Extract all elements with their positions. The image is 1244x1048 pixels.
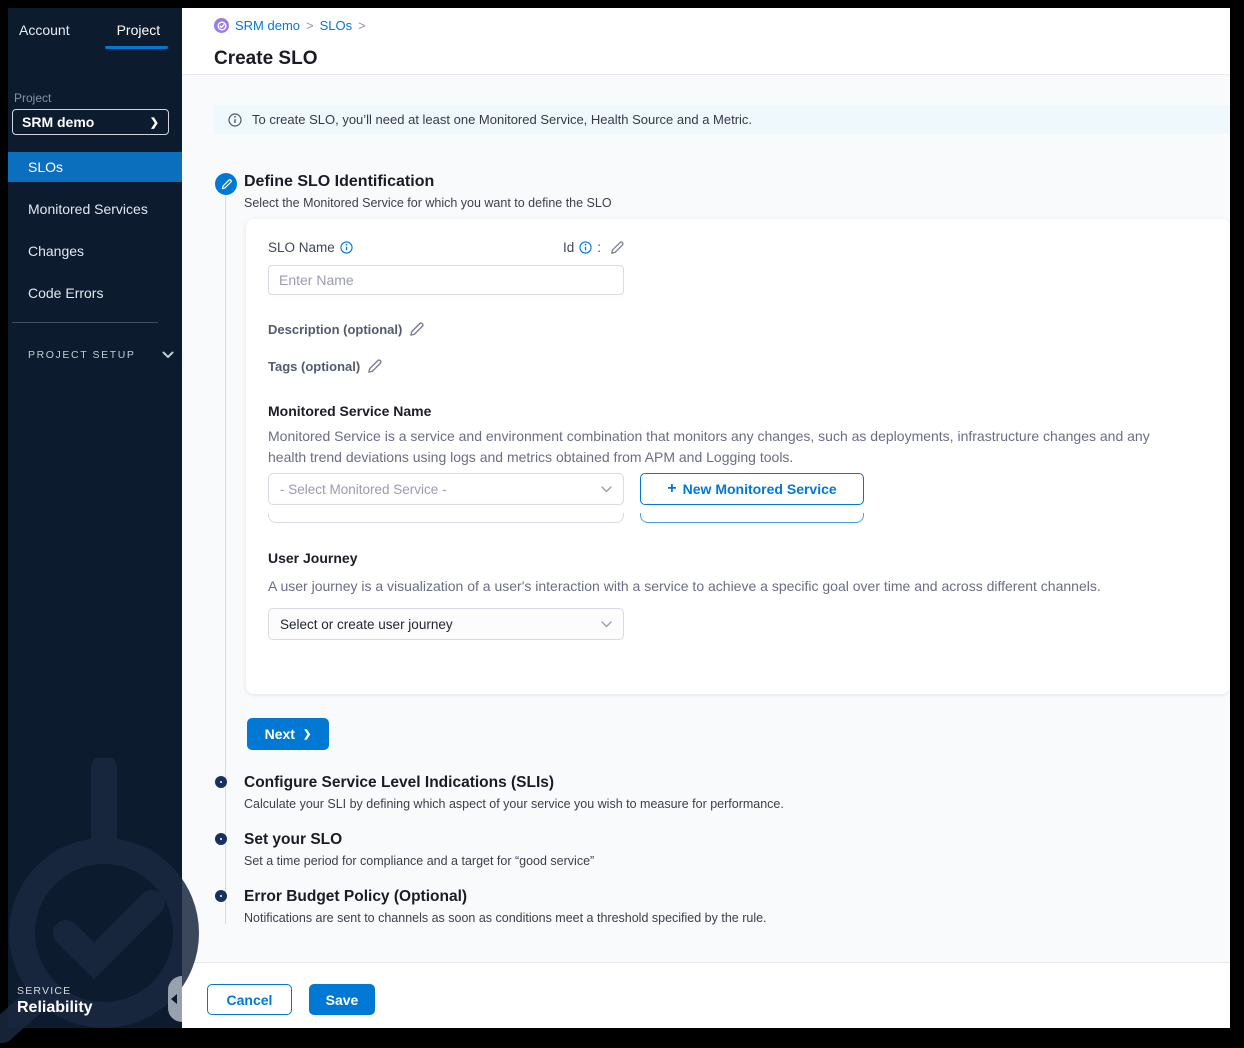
sidebar-item-monitored-services[interactable]: Monitored Services	[8, 194, 182, 224]
next-button-label: Next	[265, 726, 295, 742]
step1-subtitle: Select the Monitored Service for which y…	[244, 196, 612, 210]
project-selector-value: SRM demo	[22, 114, 94, 130]
collapse-arrow-icon	[171, 994, 177, 1004]
info-banner: To create SLO, you’ll need at least one …	[214, 105, 1230, 134]
project-selector[interactable]: SRM demo ❯	[12, 109, 169, 135]
page-header: SRM demo > SLOs > Create SLO	[182, 8, 1230, 75]
edit-id-icon[interactable]	[610, 241, 624, 255]
sidebar-item-changes[interactable]: Changes	[8, 236, 182, 266]
step4-indicator[interactable]	[215, 890, 227, 902]
step4-title: Error Budget Policy (Optional)	[244, 888, 767, 906]
tab-account[interactable]: Account	[19, 22, 70, 38]
breadcrumb-separator: >	[358, 18, 366, 33]
step1-header: Define SLO Identification Select the Mon…	[244, 173, 612, 210]
step2-indicator[interactable]	[215, 776, 227, 788]
step3-title: Set your SLO	[244, 831, 594, 849]
tab-project[interactable]: Project	[117, 22, 161, 38]
step3-header[interactable]: Set your SLO Set a time period for compl…	[244, 831, 594, 868]
edit-tags-icon	[367, 359, 382, 374]
monitored-service-description: Monitored Service is a service and envir…	[268, 426, 1178, 468]
new-monitored-service-button-shadow	[640, 513, 864, 523]
new-monitored-service-button[interactable]: + New Monitored Service	[640, 473, 864, 505]
monitored-service-heading: Monitored Service Name	[268, 403, 431, 419]
breadcrumb: SRM demo > SLOs >	[214, 18, 366, 33]
slo-name-input[interactable]	[268, 265, 624, 295]
sidebar-item-code-errors[interactable]: Code Errors	[8, 278, 182, 308]
next-button[interactable]: Next ❯	[247, 718, 329, 750]
active-tab-underline	[105, 46, 168, 49]
sidebar-divider	[12, 322, 158, 323]
sidebar: Account Project Project SRM demo ❯ SLOs …	[8, 8, 182, 1028]
step2-header[interactable]: Configure Service Level Indications (SLI…	[244, 774, 784, 811]
app-window: Account Project Project SRM demo ❯ SLOs …	[8, 8, 1230, 1028]
user-journey-heading: User Journey	[268, 550, 357, 566]
monitored-service-select-placeholder: - Select Monitored Service -	[280, 482, 447, 497]
chevron-down-icon	[601, 486, 612, 493]
sidebar-scope-tabs: Account Project	[8, 8, 182, 38]
user-journey-description: A user journey is a visualization of a u…	[268, 576, 1101, 597]
sidebar-collapse-button[interactable]	[168, 976, 182, 1022]
sidebar-item-project-setup[interactable]: PROJECT SETUP	[28, 349, 174, 361]
description-label: Description (optional)	[268, 322, 402, 337]
srm-module-icon	[214, 18, 229, 33]
step2-subtitle: Calculate your SLI by defining which asp…	[244, 797, 784, 811]
edit-description-icon	[409, 322, 424, 337]
project-section-label: Project	[14, 91, 51, 105]
step4-subtitle: Notifications are sent to channels as so…	[244, 911, 767, 925]
chevron-right-icon: ❯	[303, 729, 311, 740]
breadcrumb-separator: >	[306, 18, 314, 33]
new-monitored-service-label: New Monitored Service	[683, 481, 837, 497]
info-banner-text: To create SLO, you’ll need at least one …	[252, 112, 752, 127]
main-area: SRM demo > SLOs > Create SLO To create S…	[182, 8, 1230, 1028]
monitored-service-select-shadow	[268, 513, 624, 523]
wizard-connector-line	[225, 176, 226, 924]
tags-label: Tags (optional)	[268, 359, 360, 374]
step2-title: Configure Service Level Indications (SLI…	[244, 774, 784, 792]
project-setup-label: PROJECT SETUP	[28, 349, 136, 361]
tags-toggle[interactable]: Tags (optional)	[268, 359, 382, 374]
info-icon[interactable]	[340, 241, 353, 254]
sidebar-nav: SLOs Monitored Services Changes Code Err…	[8, 152, 182, 320]
step3-indicator[interactable]	[215, 833, 227, 845]
id-separator: :	[597, 240, 601, 255]
cancel-button[interactable]: Cancel	[207, 984, 292, 1015]
chevron-down-icon	[162, 351, 174, 359]
wizard-content: To create SLO, you’ll need at least one …	[182, 76, 1230, 962]
step1-title: Define SLO Identification	[244, 173, 612, 191]
step4-header[interactable]: Error Budget Policy (Optional) Notificat…	[244, 888, 767, 925]
page-footer: Cancel Save	[182, 962, 1230, 1028]
info-icon[interactable]	[579, 241, 592, 254]
sidebar-item-slos[interactable]: SLOs	[8, 152, 182, 182]
module-badge: SERVICE Reliability	[17, 985, 93, 1017]
module-kicker: SERVICE	[17, 985, 93, 997]
user-journey-select-value: Select or create user journey	[280, 617, 453, 632]
step1-edit-icon	[215, 173, 237, 195]
page-title: Create SLO	[214, 48, 317, 70]
info-icon	[228, 113, 242, 127]
id-label: Id	[563, 240, 574, 255]
step3-subtitle: Set a time period for compliance and a t…	[244, 854, 594, 868]
monitored-service-select[interactable]: - Select Monitored Service -	[268, 473, 624, 505]
plus-icon: +	[667, 481, 676, 497]
chevron-right-icon: ❯	[150, 116, 159, 129]
slo-name-label: SLO Name	[268, 240, 335, 255]
breadcrumb-link-project[interactable]: SRM demo	[235, 18, 300, 33]
description-toggle[interactable]: Description (optional)	[268, 322, 424, 337]
slo-identification-card: SLO Name Id :	[246, 219, 1230, 694]
chevron-down-icon	[601, 621, 612, 628]
user-journey-select[interactable]: Select or create user journey	[268, 608, 624, 640]
module-name: Reliability	[17, 999, 93, 1017]
save-button[interactable]: Save	[309, 984, 375, 1015]
breadcrumb-link-slos[interactable]: SLOs	[320, 18, 353, 33]
